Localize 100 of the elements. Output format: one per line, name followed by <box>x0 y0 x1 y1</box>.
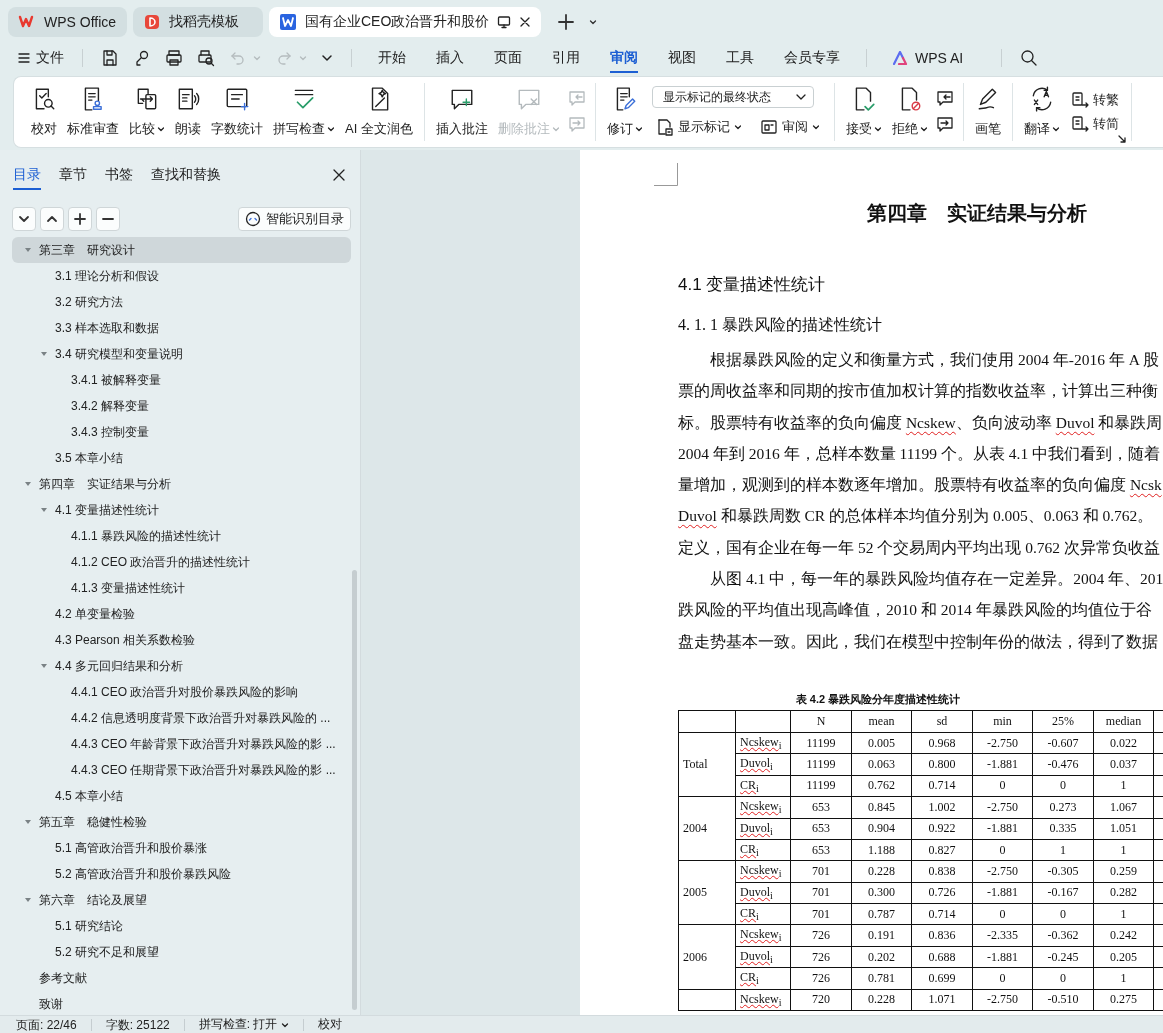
collapse-button[interactable] <box>12 207 36 231</box>
app-tab[interactable]: 国有企业CEO政治晋升和股价 <box>269 7 542 37</box>
file-menu-button[interactable]: 文件 <box>14 43 68 73</box>
ribbon-button[interactable]: 画笔 <box>969 83 1006 141</box>
ribbon-button[interactable]: 拒绝 <box>886 83 933 141</box>
outline-item[interactable]: 第三章 研究设计 <box>12 237 351 263</box>
outline-item[interactable]: 第四章 实证结果与分析 <box>12 471 351 497</box>
table-cell: 0.800 <box>911 753 973 776</box>
ribbon-button[interactable]: 标准审查 <box>62 83 124 141</box>
outline-item[interactable]: 5.2 高管政治晋升和股价暴跌风险 <box>12 861 351 887</box>
app-tab[interactable]: 找稻壳模板 <box>133 7 263 37</box>
outline-item[interactable]: 参考文献 <box>12 965 351 991</box>
ribbon-button[interactable]: 比较 <box>124 83 170 141</box>
ribbon-tab[interactable]: 会员专享 <box>784 43 840 73</box>
markup-dropdown[interactable]: 显示标记的最终状态 <box>651 86 814 108</box>
table-cell: 0 <box>1032 967 1094 990</box>
outline-item[interactable]: 4.3 Pearson 相关系数检验 <box>12 627 351 653</box>
table-cell: 0.688 <box>911 946 973 968</box>
ribbon-button[interactable]: 修订 <box>601 83 648 141</box>
outline-item[interactable]: 3.3 样本选取和数据 <box>12 315 351 341</box>
proofread-button[interactable]: 校对 <box>318 1018 357 1031</box>
column-header: min <box>972 710 1033 733</box>
panel-tab[interactable]: 目录 <box>13 162 41 190</box>
outline-item[interactable]: 4.4 多元回归结果和分析 <box>12 653 351 679</box>
ribbon-tab[interactable]: 视图 <box>668 43 696 73</box>
outline-item[interactable]: 3.5 本章小结 <box>12 445 351 471</box>
ribbon-button[interactable]: 接受 <box>840 83 887 141</box>
scrollbar-thumb[interactable] <box>352 570 357 1010</box>
table-cell: 0.836 <box>911 925 973 947</box>
ribbon-button[interactable]: 审阅 <box>755 116 824 138</box>
outline-item[interactable]: 第五章 稳健性检验 <box>12 809 351 835</box>
link-icon <box>133 49 151 67</box>
ribbon-tab[interactable]: 页面 <box>494 43 522 73</box>
outline-item[interactable]: 4.4.3 CEO 任期背景下政治晋升对暴跌风险的影 ... <box>12 757 351 783</box>
table-cell: Ncskew$_{i}$ <box>735 732 791 754</box>
smart-toc-button[interactable]: 智能识别目录 <box>238 207 351 231</box>
outline-item[interactable]: 4.4.1 CEO 政治晋升对股价暴跌风险的影响 <box>12 679 351 705</box>
table-cell: -2.750 <box>972 860 1033 883</box>
table-cell: CR$_{i}$ <box>735 775 791 797</box>
ribbon-button[interactable]: 转繁 <box>1066 89 1123 111</box>
table-cell: 653 <box>790 839 852 861</box>
outline-item[interactable]: 4.4.2 信息透明度背景下政治晋升对暴跌风险的 ... <box>12 705 351 731</box>
table-cell: Ncskew$_{i}$ <box>735 860 791 883</box>
outline-item[interactable]: 4.1.1 暴跌风险的描述性统计 <box>12 523 351 549</box>
outline-item[interactable]: 3.4.3 控制变量 <box>12 419 351 445</box>
table-cell: -0.305 <box>1032 860 1094 883</box>
subsection-heading: 4. 1. 1 暴跌风险的描述性统计 <box>678 315 882 335</box>
search-icon <box>1020 49 1039 67</box>
convert-icon <box>1070 115 1089 133</box>
outline-item[interactable]: 5.2 研究不足和展望 <box>12 939 351 965</box>
ribbon-button[interactable]: 朗读 <box>170 83 206 141</box>
ribbon-tab[interactable]: 插入 <box>436 43 464 73</box>
ribbon-button[interactable]: 插入批注 <box>430 83 493 141</box>
demote-button[interactable] <box>96 207 120 231</box>
outline-item[interactable]: 3.4.1 被解释变量 <box>12 367 351 393</box>
dialog-launcher-icon <box>1117 135 1126 143</box>
app-tab[interactable]: WPS Office <box>8 7 127 37</box>
outline-item[interactable]: 4.2 单变量检验 <box>12 601 351 627</box>
ribbon-button[interactable]: AI 全文润色 <box>340 83 418 141</box>
panel-tab[interactable]: 书签 <box>105 162 133 190</box>
panel-tab[interactable]: 章节 <box>59 162 87 190</box>
template-logo-icon <box>143 13 161 31</box>
ribbon-tab[interactable]: 引用 <box>552 43 580 73</box>
outline-item[interactable]: 5.1 研究结论 <box>12 913 351 939</box>
spell-check-toggle[interactable]: 拼写检查: 打开 <box>198 1018 305 1031</box>
outline-item[interactable]: 5.1 高管政治晋升和股价暴涨 <box>12 835 351 861</box>
ribbon-tab[interactable]: 开始 <box>378 43 406 73</box>
ribbon-button[interactable]: 显示标记 <box>651 116 746 138</box>
ribbon-button[interactable]: 转简 <box>1066 113 1123 135</box>
table-cell: 0.300 <box>851 882 912 904</box>
outline-item[interactable]: 4.1 变量描述性统计 <box>12 497 351 523</box>
table-cell: -1.881 <box>972 882 1033 904</box>
caret-icon <box>253 54 261 62</box>
column-header: median <box>1093 710 1154 733</box>
expand-button[interactable] <box>40 207 64 231</box>
ai-button[interactable]: WPS AI <box>889 43 968 73</box>
table-cell: -2.750 <box>972 796 1033 819</box>
outline-item[interactable]: 4.1.2 CEO 政治晋升的描述性统计 <box>12 549 351 575</box>
outline-item[interactable]: 4.4.3 CEO 年龄背景下政治晋升对暴跌风险的影 ... <box>12 731 351 757</box>
outline-item[interactable]: 3.2 研究方法 <box>12 289 351 315</box>
ribbon-tab[interactable]: 工具 <box>726 43 754 73</box>
outline-item[interactable]: 3.1 理论分析和假设 <box>12 263 351 289</box>
ribbon-button[interactable]: 校对 <box>26 83 62 141</box>
ribbon-tab[interactable]: 审阅 <box>610 43 638 73</box>
promote-button[interactable] <box>68 207 92 231</box>
table-cell: 0.282 <box>1093 882 1154 904</box>
outline-item[interactable]: 4.5 本章小结 <box>12 783 351 809</box>
ribbon-button[interactable]: 翻译 <box>1018 83 1065 141</box>
table-cell: 11199 <box>790 732 852 754</box>
ribbon-button[interactable]: 字数统计 <box>206 83 268 141</box>
outline-item[interactable]: 第六章 结论及展望 <box>12 887 351 913</box>
ribbon-button[interactable]: 拼写检查 <box>268 83 340 141</box>
outline-item[interactable]: 3.4 研究模型和变量说明 <box>12 341 351 367</box>
table-cell: 0.022 <box>1093 732 1154 754</box>
table-cell: 0.904 <box>851 818 912 840</box>
outline-item[interactable]: 4.1.3 变量描述性统计 <box>12 575 351 601</box>
table-cell: 0.699 <box>911 967 973 990</box>
outline-item[interactable]: 致谢 <box>12 991 351 1015</box>
panel-tab[interactable]: 查找和替换 <box>151 162 221 190</box>
outline-item[interactable]: 3.4.2 解释变量 <box>12 393 351 419</box>
